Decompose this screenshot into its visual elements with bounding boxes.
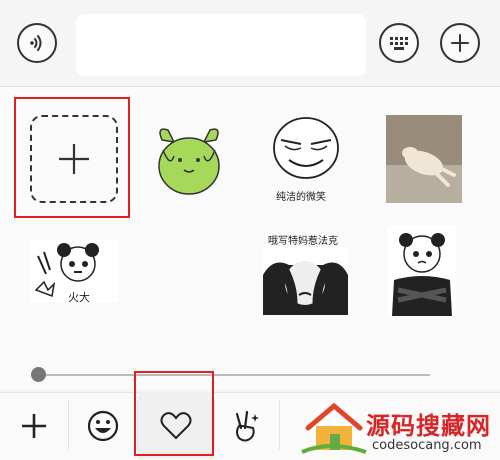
dog-photo-image [386, 115, 462, 203]
add-sticker-highlight [14, 97, 130, 218]
message-input[interactable] [76, 14, 366, 76]
tab-divider [279, 400, 280, 450]
page-scroll-knob[interactable] [31, 367, 46, 382]
voice-button[interactable] [17, 23, 57, 63]
plus-icon [22, 413, 46, 438]
plus-icon [451, 34, 469, 52]
voice-icon [30, 35, 42, 51]
watermark-logo [300, 396, 368, 456]
keyboard-button[interactable] [379, 23, 419, 63]
smiley-icon [87, 410, 119, 441]
favorites-tab-highlight [134, 371, 214, 456]
smug-face-image [273, 117, 339, 179]
green-cartoon-image [158, 128, 220, 195]
house-logo-icon [301, 400, 367, 454]
sticker-caption: 火大 [68, 291, 90, 304]
watermark-url: codesocang.com [372, 438, 482, 453]
sticker-caption: 纯洁的微笑 [276, 192, 326, 203]
emoji-tab[interactable] [69, 392, 137, 459]
watermark-title: 源码搜藏网 [366, 412, 491, 440]
keyboard-icon [390, 37, 408, 50]
smug-face-sticker[interactable] [265, 112, 347, 192]
victory-hand-icon [235, 410, 259, 441]
panda-cover-face-sticker[interactable] [263, 247, 348, 315]
green-cartoon-sticker[interactable] [148, 120, 230, 202]
page-scroll-track[interactable] [38, 374, 430, 376]
dog-photo-sticker[interactable] [386, 115, 462, 203]
panda-crossed-arms-sticker[interactable] [388, 226, 456, 316]
more-button[interactable] [440, 23, 480, 63]
sticker-caption: 哦写特妈惹法克 [268, 236, 338, 247]
gesture-tab[interactable] [215, 392, 279, 459]
panda-cover-face-image [263, 247, 348, 315]
panda-crossed-arms-image [392, 233, 452, 316]
add-tab[interactable] [0, 392, 68, 459]
